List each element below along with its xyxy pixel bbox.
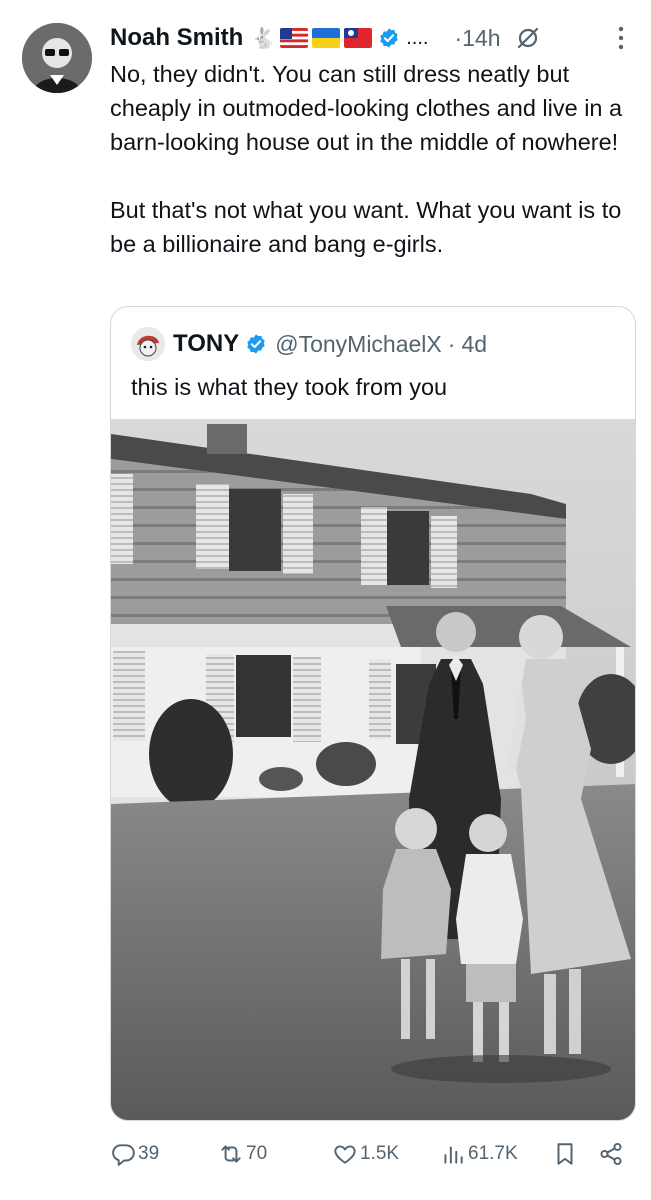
taiwan-flag-icon <box>344 28 373 48</box>
rabbit-icon: 🐇 <box>251 27 277 50</box>
like-button[interactable]: 1.5K <box>332 1136 399 1172</box>
author-avatar-image <box>22 23 92 93</box>
share-button[interactable] <box>598 1136 624 1172</box>
author-name-overflow: .... <box>406 26 429 49</box>
quoted-separator: · <box>447 330 456 357</box>
author-name[interactable]: Noah Smith <box>110 24 243 52</box>
like-count: 1.5K <box>360 1143 400 1164</box>
us-flag-icon <box>280 28 309 48</box>
tweet-text: No, they didn't. You can still dress nea… <box>110 61 623 257</box>
tweet-header: Noah Smith 🐇 .... ·14h <box>110 18 631 58</box>
reply-icon <box>112 1144 135 1166</box>
bookmark-button[interactable] <box>552 1136 578 1172</box>
views-count: 61.7K <box>468 1143 518 1164</box>
quoted-author-name[interactable]: TONY <box>173 330 239 358</box>
tweet-timestamp[interactable]: ·14h <box>454 25 500 52</box>
reply-button[interactable]: 39 <box>110 1136 159 1172</box>
views-button[interactable]: 61.7K <box>440 1136 518 1172</box>
quoted-author-avatar[interactable] <box>131 327 165 361</box>
reply-count: 39 <box>138 1143 160 1164</box>
repost-button[interactable]: 70 <box>218 1136 267 1172</box>
quoted-tweet-header: TONY @TonyMichaelX · 4d <box>131 327 487 361</box>
quoted-tweet[interactable]: TONY @TonyMichaelX · 4d this is what the… <box>110 306 636 1121</box>
ukraine-flag-icon <box>312 28 341 48</box>
quoted-author-handle[interactable]: @TonyMichaelX <box>275 331 442 358</box>
more-options-icon[interactable] <box>617 24 625 52</box>
verified-badge-icon[interactable] <box>245 333 267 355</box>
views-chart-icon <box>444 1146 463 1164</box>
author-avatar[interactable] <box>22 23 92 93</box>
quoted-tweet-text: this is what they took from you <box>131 374 448 400</box>
grok-icon[interactable] <box>515 25 541 51</box>
action-bar: 39 70 1.5K 61.7K <box>110 1136 630 1172</box>
share-icon <box>600 1142 622 1166</box>
bookmark-icon <box>557 1143 573 1165</box>
heart-icon <box>334 1145 356 1164</box>
repost-count: 70 <box>246 1143 268 1164</box>
verified-badge-icon[interactable] <box>378 27 400 49</box>
quoted-tweet-photo[interactable] <box>111 419 636 1121</box>
quoted-timestamp[interactable]: 4d <box>461 331 487 358</box>
repost-icon <box>221 1145 241 1163</box>
quoted-avatar-image <box>131 327 165 361</box>
